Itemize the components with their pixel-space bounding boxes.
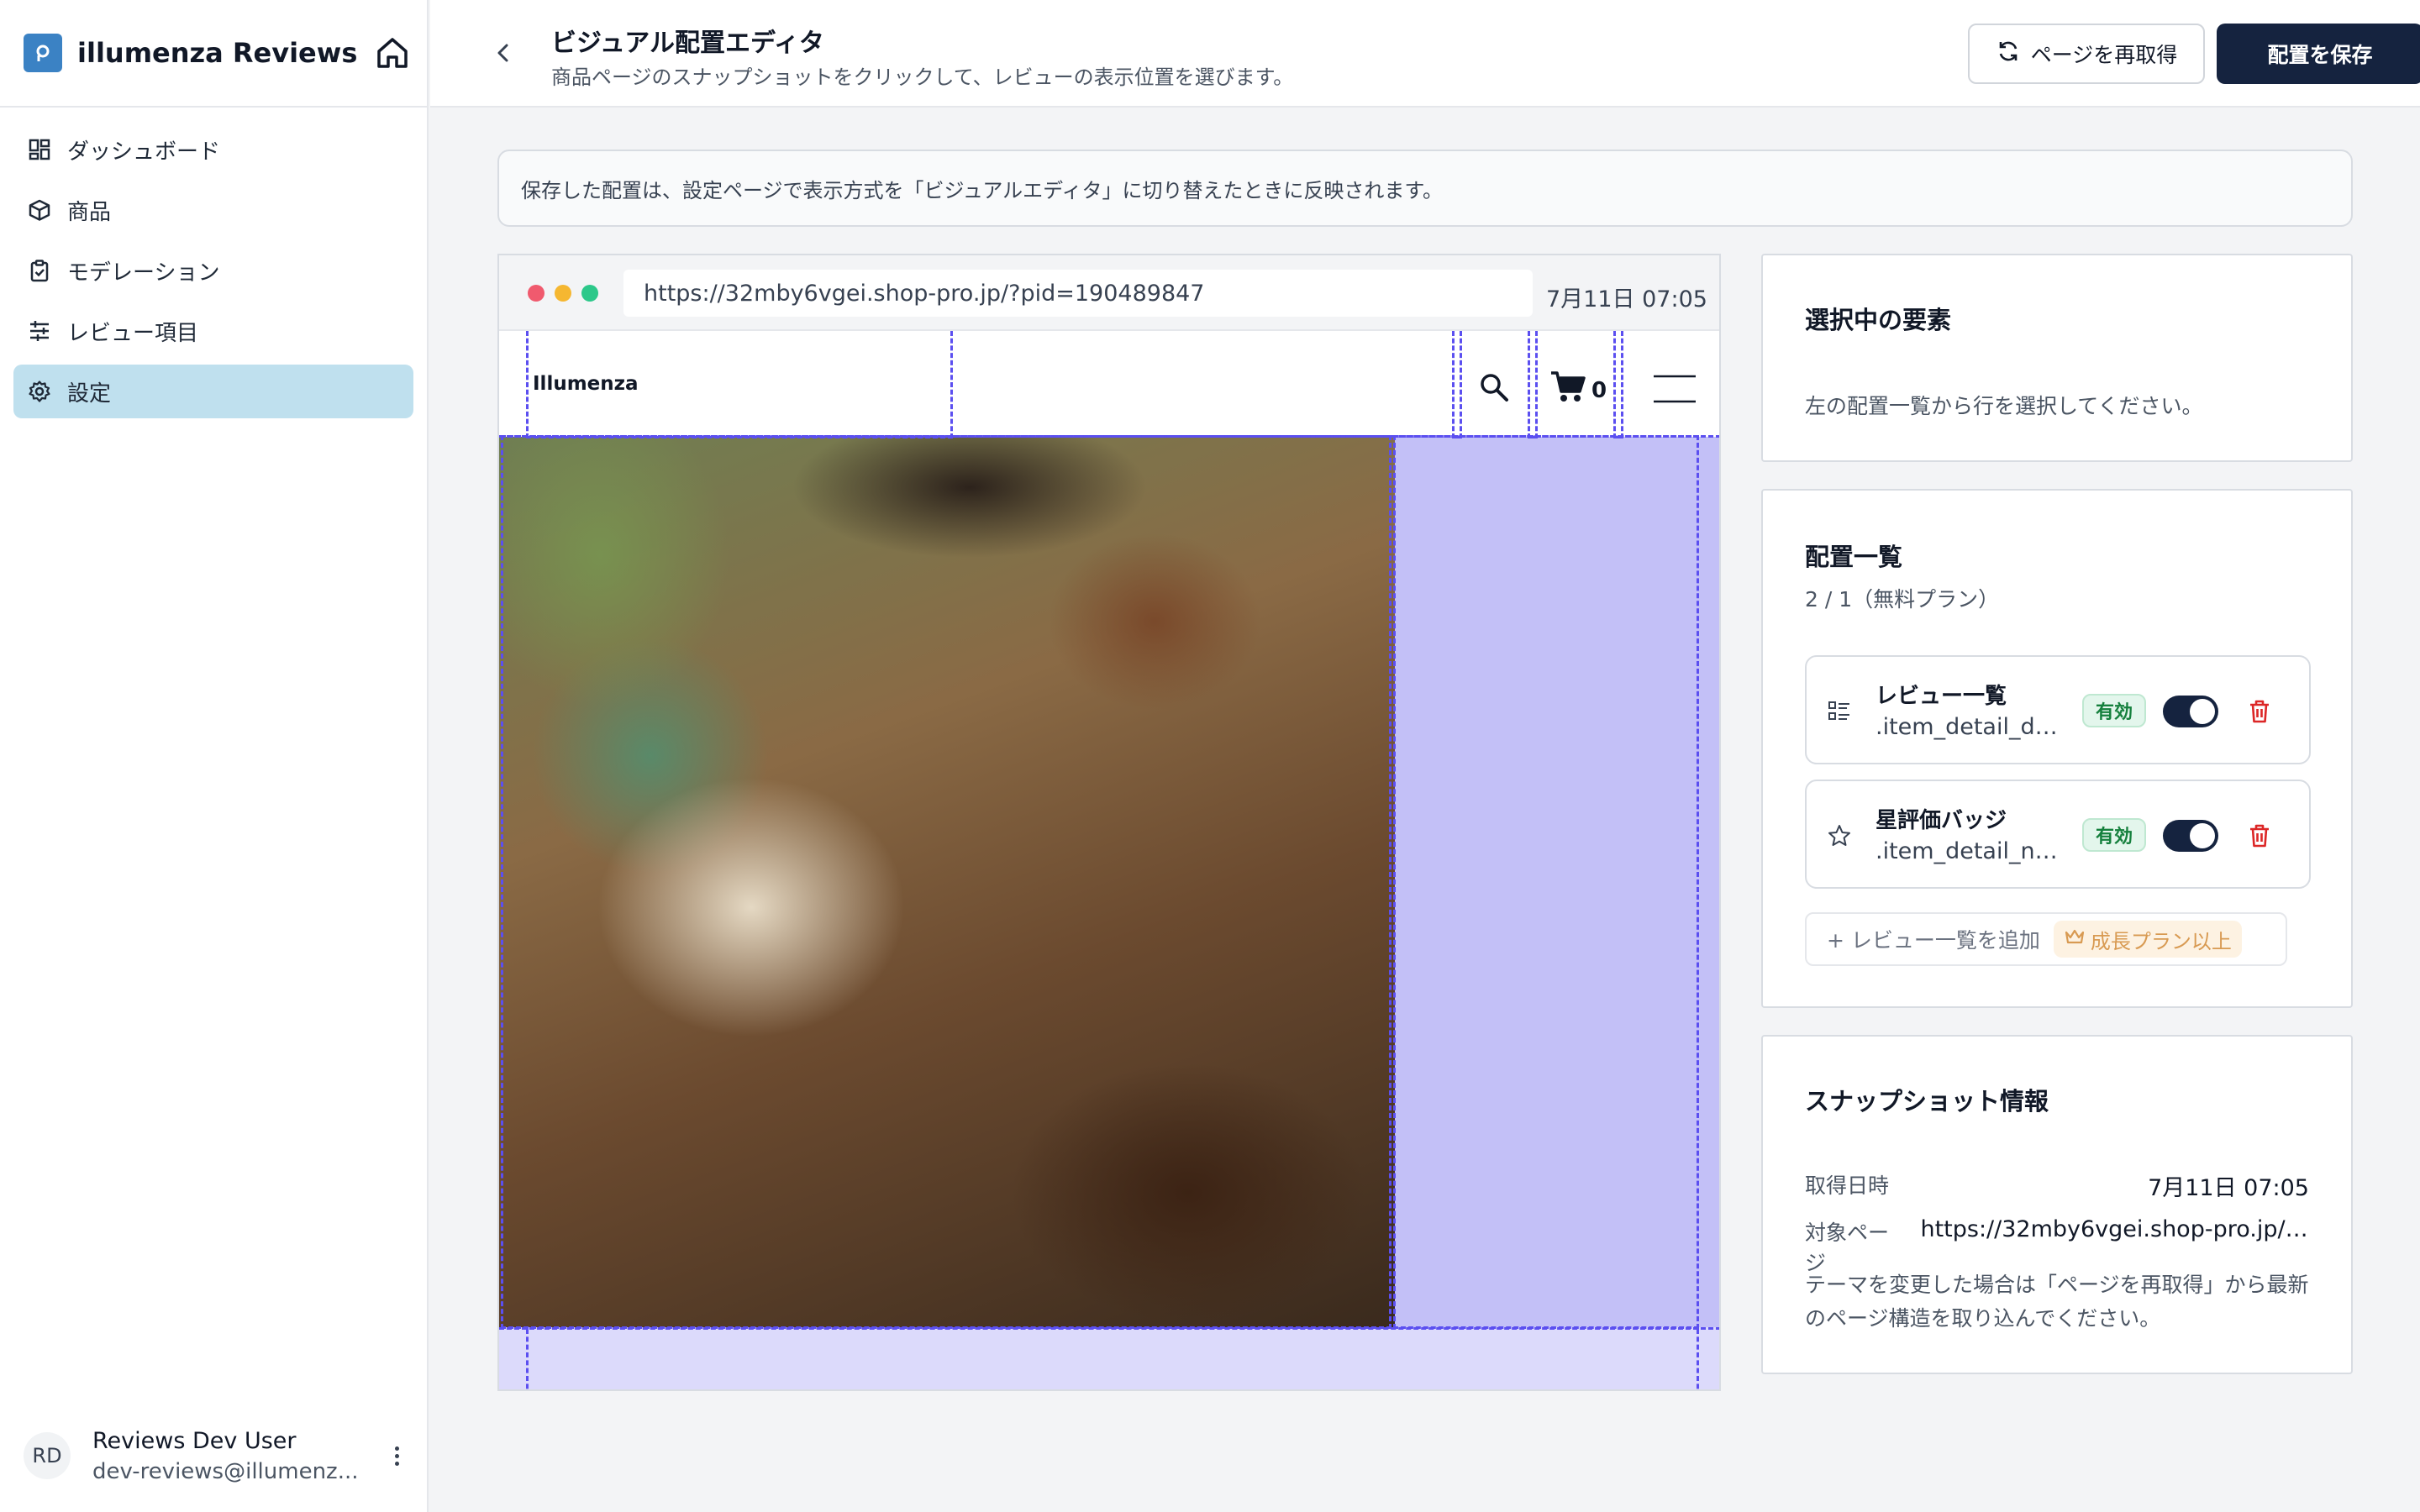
window-dot-yellow xyxy=(555,285,571,302)
element-outline-nav[interactable] xyxy=(1452,331,1462,438)
save-placement-button[interactable]: 配置を保存 xyxy=(2217,24,2420,84)
element-outline-product-info[interactable] xyxy=(1393,435,1699,1329)
page-title: ビジュアル配置エディタ xyxy=(551,29,824,58)
plan-requirement-label: 成長プラン以上 xyxy=(2090,929,2232,953)
element-outline-footer[interactable] xyxy=(526,1329,1699,1389)
status-badge: 有効 xyxy=(2082,694,2147,727)
element-outline-image[interactable] xyxy=(501,435,1392,1329)
placement-selector: .item_detail_de... xyxy=(1876,714,2069,740)
star-icon xyxy=(1827,823,1852,848)
page-subtitle: 商品ページのスナップショットをクリックして、レビューの表示位置を選びます。 xyxy=(551,66,1294,89)
search-icon[interactable] xyxy=(1477,371,1511,408)
snapshot-fetched-label: 取得日時 xyxy=(1805,1173,1890,1198)
list-icon xyxy=(1827,699,1852,724)
preview-url: https://32mby6vgei.shop-pro.jp/?pid=1904… xyxy=(623,270,1533,317)
page-preview[interactable]: https://32mby6vgei.shop-pro.jp/?pid=1904… xyxy=(497,254,1721,1391)
sidebar-item-review-fields[interactable]: レビュー項目 xyxy=(13,304,413,358)
clipboard-icon xyxy=(27,258,52,283)
window-dot-red xyxy=(528,285,544,302)
user-info: Reviews Dev User dev-reviews@illumenz... xyxy=(92,1428,387,1484)
browser-bar: https://32mby6vgei.shop-pro.jp/?pid=1904… xyxy=(499,255,1719,331)
info-banner: 保存した配置は、設定ページで表示方式を「ビジュアルエディタ」に切り替えたときに反… xyxy=(497,150,2353,227)
enable-toggle[interactable] xyxy=(2163,820,2218,852)
snapshot-fetched-value: 7月11日 07:05 xyxy=(2148,1175,2309,1201)
cart-icon[interactable] xyxy=(1549,370,1586,408)
add-review-list-button[interactable]: + レビュー一覧を追加 成長プラン以上 xyxy=(1805,912,2287,966)
refetch-page-button[interactable]: ページを再取得 xyxy=(1968,24,2205,84)
refresh-icon xyxy=(1996,39,2021,69)
snapshot-note: テーマを変更した場合は「ページを再取得」から最新のページ構造を取り込んでください… xyxy=(1805,1273,2309,1331)
trash-icon[interactable] xyxy=(2245,822,2274,850)
status-badge: 有効 xyxy=(2082,818,2147,852)
window-dot-green xyxy=(581,285,598,302)
brand: illumenza Reviews xyxy=(0,0,427,108)
placement-row[interactable]: 星評価バッジ .item_detail_na... 有効 xyxy=(1805,780,2311,889)
element-outline-logo[interactable] xyxy=(526,331,953,438)
sidebar-item-label: 設定 xyxy=(67,381,112,407)
user-name: Reviews Dev User xyxy=(92,1427,297,1454)
sidebar-item-label: レビュー項目 xyxy=(67,320,199,346)
placement-name: レビュー一覧 xyxy=(1876,684,2007,709)
element-outline-search[interactable] xyxy=(1528,331,1538,438)
crown-icon xyxy=(2064,927,2086,951)
selected-element-hint: 左の配置一覧から行を選択してください。 xyxy=(1805,394,2203,418)
home-icon[interactable] xyxy=(374,34,411,71)
sliders-icon xyxy=(27,318,52,344)
placement-list-title: 配置一覧 xyxy=(1805,543,1903,571)
sidebar-nav: ダッシュボード 商品 モデレーション レビュー項目 設定 xyxy=(0,108,427,440)
trash-icon[interactable] xyxy=(2245,697,2274,726)
placement-usage: 2 / 1（無料プラン） xyxy=(1805,587,2000,612)
sidebar-item-moderation[interactable]: モデレーション xyxy=(13,244,413,297)
placement-list-card: 配置一覧 2 / 1（無料プラン） レビュー一覧 .item_detail_de… xyxy=(1761,489,2353,1008)
placement-selector: .item_detail_na... xyxy=(1876,838,2069,864)
sidebar-item-settings[interactable]: 設定 xyxy=(13,365,413,418)
snapshot-info-card: スナップショット情報 取得日時 7月11日 07:05 対象ページ https:… xyxy=(1761,1035,2353,1374)
dashboard-icon xyxy=(27,137,52,162)
back-arrow-icon[interactable] xyxy=(491,40,516,66)
brand-logo xyxy=(24,34,62,72)
cart-count: 0 xyxy=(1591,378,1607,403)
sidebar-item-products[interactable]: 商品 xyxy=(13,183,413,237)
hamburger-menu-icon[interactable] xyxy=(1652,370,1697,412)
package-icon xyxy=(27,197,52,223)
placement-row[interactable]: レビュー一覧 .item_detail_de... 有効 xyxy=(1805,655,2311,764)
info-banner-text: 保存した配置は、設定ページで表示方式を「ビジュアルエディタ」に切り替えたときに反… xyxy=(521,178,1444,202)
user-profile[interactable]: RD Reviews Dev User dev-reviews@illumenz… xyxy=(24,1418,407,1494)
selected-element-title: 選択中の要素 xyxy=(1805,306,1952,334)
snapshot-fetched-row: 取得日時 7月11日 07:05 xyxy=(1805,1169,2309,1202)
more-options-icon[interactable] xyxy=(387,1446,407,1466)
user-email: dev-reviews@illumenz... xyxy=(92,1458,359,1484)
selected-element-card: 選択中の要素 左の配置一覧から行を選択してください。 xyxy=(1761,254,2353,462)
sidebar: illumenza Reviews ダッシュボード 商品 モデレーション レビュ… xyxy=(0,0,429,1512)
preview-timestamp: 7月11日 07:05 xyxy=(1546,286,1707,312)
placement-name: 星評価バッジ xyxy=(1876,808,2007,833)
avatar: RD xyxy=(24,1432,71,1479)
sidebar-item-label: 商品 xyxy=(67,199,112,225)
plan-requirement-badge: 成長プラン以上 xyxy=(2053,921,2242,958)
page-header: ビジュアル配置エディタ 商品ページのスナップショットをクリックして、レビューの表… xyxy=(430,0,2420,108)
add-review-list-label: + レビュー一覧を追加 xyxy=(1827,928,2040,953)
gear-icon xyxy=(27,379,52,404)
app-name: illumenza Reviews xyxy=(77,37,358,69)
element-outline-cart[interactable] xyxy=(1613,331,1623,438)
sidebar-item-label: ダッシュボード xyxy=(67,139,221,165)
sidebar-item-label: モデレーション xyxy=(67,260,220,286)
sidebar-item-dashboard[interactable]: ダッシュボード xyxy=(13,123,413,176)
snapshot-info-title: スナップショット情報 xyxy=(1805,1087,2049,1116)
refetch-page-label: ページを再取得 xyxy=(2030,43,2178,67)
enable-toggle[interactable] xyxy=(2163,696,2218,727)
